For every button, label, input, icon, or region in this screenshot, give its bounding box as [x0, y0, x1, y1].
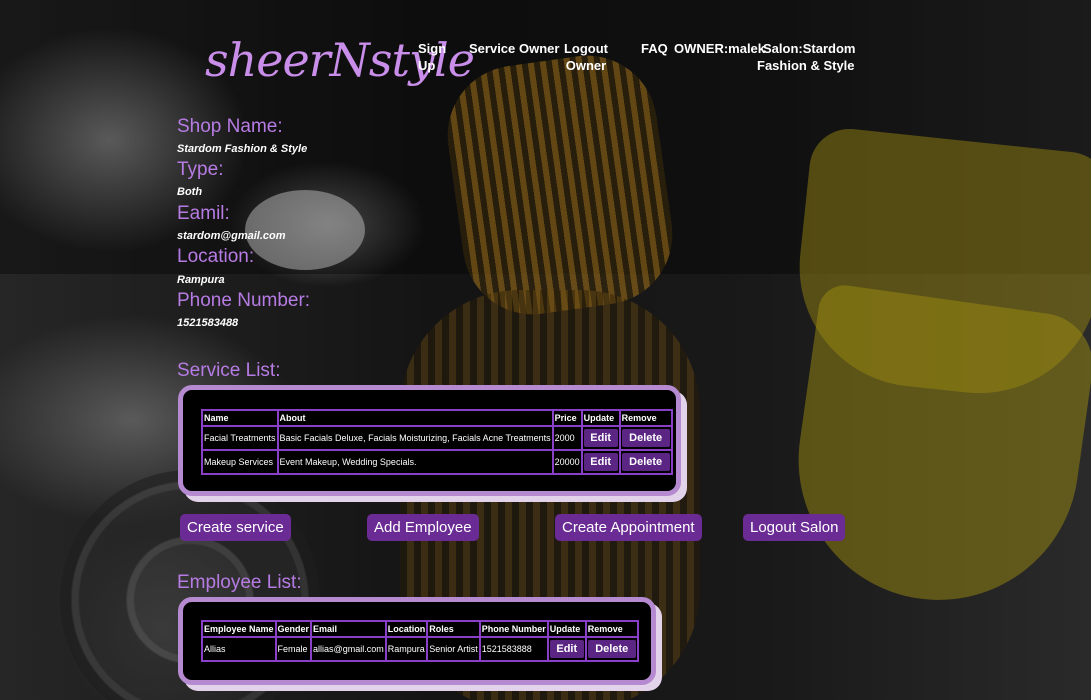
delete-button[interactable]: Delete: [621, 453, 670, 471]
column-header: Update: [580, 409, 621, 427]
shop-name-value: Stardom Fashion & Style: [177, 143, 308, 155]
column-header: About: [276, 409, 554, 427]
create-appointment-button[interactable]: Create Appointment: [555, 514, 702, 541]
edit-button[interactable]: Edit: [549, 640, 584, 658]
email-value: stardom@gmail.com: [177, 230, 286, 242]
table-row: Allias Female allias@gmail.com Rampura S…: [201, 636, 639, 662]
nav-signup-link[interactable]: Sign Up: [418, 40, 458, 74]
service-price-cell: 20000: [551, 449, 583, 475]
employee-location-cell: Rampura: [384, 636, 429, 662]
service-about-cell: Event Makeup, Wedding Specials.: [276, 449, 554, 475]
add-employee-button[interactable]: Add Employee: [367, 514, 479, 541]
nav-owner-name[interactable]: OWNER:malek: [674, 40, 765, 57]
employee-list-panel: Employee Name Gender Email Location Role…: [178, 597, 656, 685]
location-label: Location:: [177, 246, 255, 267]
type-value: Both: [177, 186, 203, 198]
employee-email-cell: allias@gmail.com: [310, 636, 387, 662]
phone-label: Phone Number:: [177, 290, 311, 311]
employee-name-cell: Allias: [201, 636, 277, 662]
service-name-cell: Makeup Services: [201, 449, 279, 475]
service-price-cell: 2000: [551, 425, 583, 451]
edit-button[interactable]: Edit: [583, 429, 618, 447]
nav-faq-link[interactable]: FAQ: [641, 40, 668, 57]
column-header: Location: [384, 620, 429, 638]
table-header-row: Name About Price Update Remove: [201, 409, 673, 427]
type-label: Type:: [177, 159, 224, 180]
column-header: Phone Number: [478, 620, 549, 638]
email-label: Eamil:: [177, 203, 230, 224]
column-header: Remove: [584, 620, 639, 638]
column-header: Gender: [274, 620, 313, 638]
service-table: Name About Price Update Remove Facial Tr…: [201, 409, 673, 475]
column-header: Update: [546, 620, 587, 638]
service-list-title: Service List:: [177, 360, 281, 381]
delete-button[interactable]: Delete: [587, 640, 636, 658]
employee-role-cell: Senior Artist: [426, 636, 481, 662]
employee-phone-cell: 1521583888: [478, 636, 549, 662]
column-header: Employee Name: [201, 620, 277, 638]
nav-service-link[interactable]: Service: [469, 40, 515, 57]
location-value: Rampura: [177, 274, 225, 286]
table-row: Makeup Services Event Makeup, Wedding Sp…: [201, 449, 673, 475]
nav-owner-link[interactable]: Owner: [519, 40, 559, 57]
employee-table: Employee Name Gender Email Location Role…: [201, 620, 639, 662]
column-header: Email: [310, 620, 387, 638]
column-header: Price: [551, 409, 583, 427]
nav-salon-name[interactable]: Salon:Stardom Fashion & Style: [757, 40, 907, 74]
service-name-cell: Facial Treatments: [201, 425, 279, 451]
table-header-row: Employee Name Gender Email Location Role…: [201, 620, 639, 638]
column-header: Name: [201, 409, 279, 427]
delete-button[interactable]: Delete: [621, 429, 670, 447]
phone-value: 1521583488: [177, 317, 239, 329]
table-row: Facial Treatments Basic Facials Deluxe, …: [201, 425, 673, 451]
service-about-cell: Basic Facials Deluxe, Facials Moisturizi…: [276, 425, 554, 451]
logout-salon-button[interactable]: Logout Salon: [743, 514, 846, 541]
column-header: Roles: [426, 620, 481, 638]
create-service-button[interactable]: Create service: [180, 514, 291, 541]
column-header: Remove: [618, 409, 673, 427]
edit-button[interactable]: Edit: [583, 453, 618, 471]
employee-list-title: Employee List:: [177, 572, 302, 593]
service-list-panel: Name About Price Update Remove Facial Tr…: [178, 385, 681, 496]
brand-logo[interactable]: sheerNstyle: [205, 10, 475, 110]
shop-name-label: Shop Name:: [177, 116, 283, 137]
employee-gender-cell: Female: [274, 636, 313, 662]
nav-logout-owner-link[interactable]: Logout Owner: [560, 40, 612, 74]
